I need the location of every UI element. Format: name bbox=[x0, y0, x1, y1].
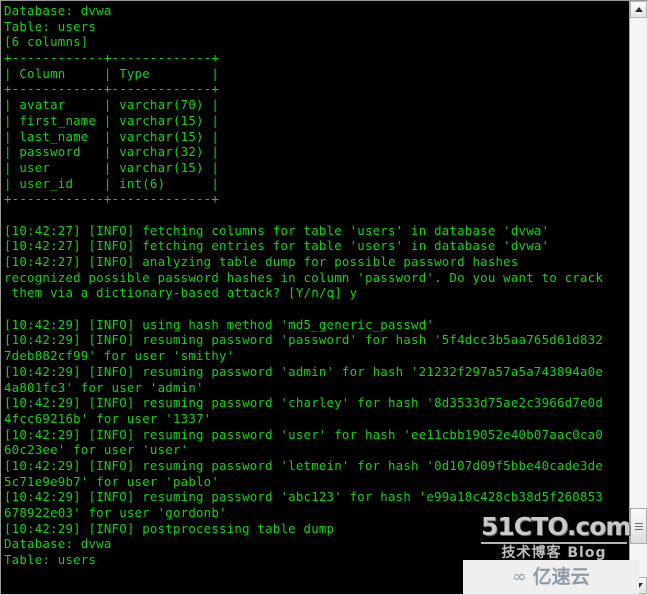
terminal-line: 678922e03' for user 'gordonb' bbox=[4, 505, 227, 520]
terminal-line: 60c23ee' for user 'user' bbox=[4, 442, 189, 458]
terminal-line: | user_id | int(6) | bbox=[4, 175, 220, 191]
terminal-line: [10:42:27] [INFO] analyzing table dump f… bbox=[4, 254, 519, 269]
terminal-line: [10:42:29] [INFO] using hash method 'md5… bbox=[4, 316, 435, 332]
vertical-scrollbar[interactable] bbox=[629, 1, 647, 594]
scrollbar-grip-icon bbox=[634, 522, 643, 530]
terminal-line: [10:42:29] [INFO] resuming password 'use… bbox=[4, 426, 604, 442]
terminal-line: [10:42:29] [INFO] resuming password 'cha… bbox=[4, 395, 604, 411]
terminal-line: [10:42:29] [INFO] resuming password 'let… bbox=[4, 457, 604, 473]
terminal-line: [10:42:27] [INFO] fetching entries for t… bbox=[4, 238, 550, 254]
terminal-line: | avatar | varchar(70) | bbox=[4, 97, 220, 113]
terminal-line: | last_name | varchar(15) | bbox=[4, 128, 220, 144]
terminal-line: them via a dictionary-based attack? [Y/n… bbox=[4, 285, 358, 301]
terminal-line: | first_name | varchar(15) | bbox=[4, 112, 220, 128]
scroll-down-button[interactable] bbox=[630, 577, 647, 594]
terminal-line: [10:42:27] [INFO] fetching columns for t… bbox=[4, 222, 550, 238]
terminal-line: +------------+-------------+ bbox=[4, 191, 220, 207]
terminal-line: 4fcc69216b' for user '1337' bbox=[4, 410, 212, 426]
terminal-line: +------------+-------------+ bbox=[4, 50, 220, 66]
terminal-line: | user | varchar(15) | bbox=[4, 159, 220, 175]
terminal-line: +------------+-------------+ bbox=[4, 81, 220, 97]
terminal-line: 7deb882cf99' for user 'smithy' bbox=[4, 348, 235, 364]
terminal-line-list: Database: dvwa Table: users [6 columns] +--… bbox=[4, 3, 629, 568]
terminal-line: recognized possible password hashes in c… bbox=[4, 269, 604, 285]
scrollbar-track[interactable] bbox=[630, 18, 647, 577]
scrollbar-thumb[interactable] bbox=[630, 508, 647, 544]
terminal-line: Database: dvwa bbox=[4, 3, 112, 18]
terminal-output[interactable]: Database: dvwa Table: users [6 columns] +--… bbox=[1, 1, 629, 594]
terminal-line: [10:42:29] [INFO] resuming password 'adm… bbox=[4, 363, 604, 379]
terminal-line: [10:42:29] [INFO] resuming password 'abc… bbox=[4, 489, 604, 505]
terminal-line: Table: users bbox=[4, 552, 97, 568]
terminal-line: [10:42:29] [INFO] postprocessing table d… bbox=[4, 520, 335, 536]
terminal-window: Database: dvwa Table: users [6 columns] +--… bbox=[0, 0, 648, 595]
terminal-line: [6 columns] bbox=[4, 34, 89, 50]
scroll-up-arrow-icon bbox=[634, 7, 643, 12]
scroll-up-button[interactable] bbox=[630, 1, 647, 18]
terminal-line: Database: dvwa bbox=[4, 536, 112, 552]
terminal-line: 5c71e9e9b7' for user 'pablo' bbox=[4, 473, 220, 489]
terminal-line: | Column | Type | bbox=[4, 65, 220, 81]
scroll-down-arrow-icon bbox=[634, 583, 643, 588]
terminal-line: Table: users bbox=[4, 18, 97, 34]
terminal-line: | password | varchar(32) | bbox=[4, 144, 220, 160]
terminal-line: 4a801fc3' for user 'admin' bbox=[4, 379, 204, 395]
terminal-line: [10:42:29] [INFO] resuming password 'pas… bbox=[4, 332, 604, 348]
